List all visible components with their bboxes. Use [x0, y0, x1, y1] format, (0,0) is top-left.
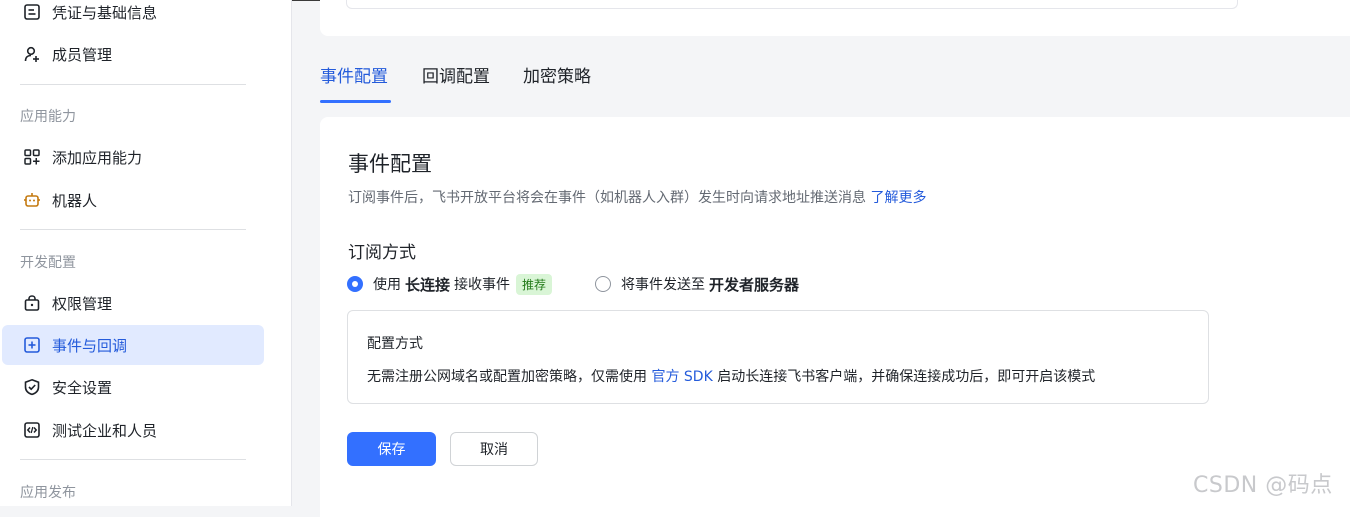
sidebar-item-test-enterprise[interactable]: 测试企业和人员 — [2, 410, 264, 450]
radio-unchecked-icon[interactable] — [595, 276, 611, 292]
top-card-inner-box — [346, 0, 1238, 9]
sidebar-item-credentials[interactable]: 凭证与基础信息 — [2, 0, 264, 32]
sidebar-item-label: 添加应用能力 — [52, 148, 143, 167]
learn-more-link[interactable]: 了解更多 — [870, 190, 926, 206]
sidebar: 凭证与基础信息 成员管理 应用能力 添加应用能力 机器人 开发配置 权限管理 事… — [0, 0, 292, 506]
sidebar-item-label: 凭证与基础信息 — [52, 3, 158, 22]
sidebar-item-label: 安全设置 — [52, 378, 113, 397]
config-text-post: 启动长连接飞书客户端，并确保连接成功后，即可开启该模式 — [717, 369, 1096, 385]
event-icon — [22, 335, 42, 355]
sidebar-section-app-release: 应用发布 — [20, 485, 76, 501]
description-text: 订阅事件后，飞书开放平台将会在事件（如机器人入群）发生时向请求地址推送消息 — [348, 190, 866, 206]
apps-add-icon — [22, 147, 42, 167]
robot-icon — [22, 190, 42, 210]
id-card-icon — [22, 2, 42, 22]
radio-checked-icon[interactable] — [347, 276, 363, 292]
official-sdk-link[interactable]: 官方 SDK — [651, 369, 712, 385]
code-icon — [22, 420, 42, 440]
tab-encryption-strategy[interactable]: 加密策略 — [523, 62, 591, 87]
sidebar-section-dev-config: 开发配置 — [20, 255, 76, 271]
radio-label-pre: 使用 — [373, 277, 401, 293]
top-card — [320, 0, 1350, 36]
radio-label-bold: 长连接 — [405, 275, 451, 294]
sidebar-divider — [20, 84, 246, 85]
sidebar-item-label: 机器人 — [52, 191, 98, 210]
sidebar-item-members[interactable]: 成员管理 — [2, 34, 264, 74]
config-text-pre: 无需注册公网域名或配置加密策略，仅需使用 — [367, 369, 647, 385]
watermark: CSDN @码点 — [1193, 473, 1333, 498]
page-description: 订阅事件后，飞书开放平台将会在事件（如机器人入群）发生时向请求地址推送消息 了解… — [348, 187, 926, 207]
radio-label-post: 接收事件 — [454, 277, 511, 293]
sidebar-item-label: 测试企业和人员 — [52, 421, 158, 440]
radio-long-connection[interactable]: 使用 长连接 接收事件 推荐 — [347, 272, 553, 296]
subscription-method-title: 订阅方式 — [348, 243, 416, 263]
radio-developer-server[interactable]: 将事件发送至 开发者服务器 — [595, 272, 803, 296]
sidebar-divider — [20, 459, 246, 460]
sidebar-item-label: 权限管理 — [52, 294, 113, 313]
sidebar-item-robot[interactable]: 机器人 — [2, 180, 264, 220]
config-method-text: 无需注册公网域名或配置加密策略，仅需使用 官方 SDK 启动长连接飞书客户端，并… — [367, 366, 1095, 386]
sidebar-item-permissions[interactable]: 权限管理 — [2, 283, 264, 323]
radio-label-pre: 将事件发送至 — [621, 277, 705, 293]
save-button[interactable]: 保存 — [347, 432, 436, 466]
recommended-badge: 推荐 — [516, 273, 553, 295]
tab-event-config[interactable]: 事件配置 — [320, 62, 388, 87]
active-tab-indicator — [320, 100, 391, 103]
cancel-button[interactable]: 取消 — [450, 432, 538, 466]
sidebar-item-label: 成员管理 — [52, 45, 113, 64]
shield-icon — [22, 377, 42, 397]
sidebar-item-label: 事件与回调 — [52, 336, 128, 355]
config-method-box: 配置方式 无需注册公网域名或配置加密策略，仅需使用 官方 SDK 启动长连接飞书… — [347, 310, 1209, 404]
lock-icon — [22, 293, 42, 313]
tab-callback-config[interactable]: 回调配置 — [422, 62, 490, 87]
radio-label-bold: 开发者服务器 — [709, 275, 800, 294]
page-title: 事件配置 — [348, 152, 432, 176]
sidebar-divider — [20, 229, 246, 230]
sidebar-item-events-callbacks[interactable]: 事件与回调 — [2, 325, 264, 365]
sidebar-section-app-capability: 应用能力 — [20, 109, 76, 125]
config-method-title: 配置方式 — [367, 336, 423, 352]
user-add-icon — [22, 44, 42, 64]
sidebar-item-security[interactable]: 安全设置 — [2, 367, 264, 407]
sidebar-item-add-capability[interactable]: 添加应用能力 — [2, 137, 264, 177]
